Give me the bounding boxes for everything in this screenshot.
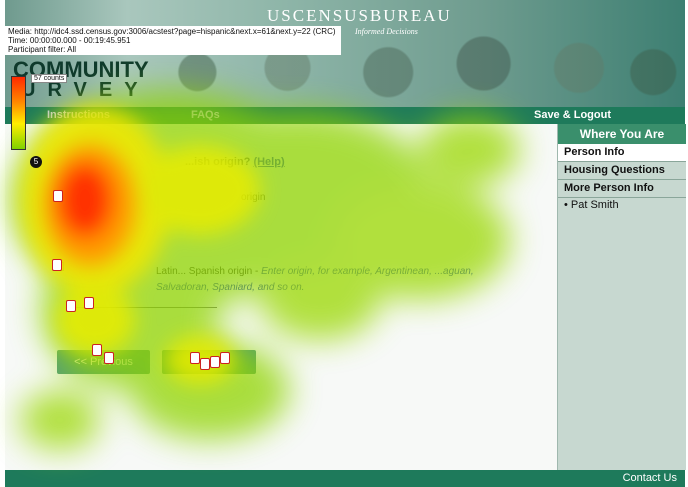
click-marker-icon — [104, 352, 114, 364]
media-info-box: Media: http://idc4.ssd.census.gov:3006/a… — [5, 26, 341, 55]
nav-instructions[interactable]: Instructions — [47, 109, 110, 121]
heatmap-index-marker: 5 — [30, 156, 42, 168]
sidebar-item-person-info[interactable]: Person Info — [558, 144, 686, 162]
where-you-are-sidebar: Where You Are Person Info Housing Questi… — [557, 124, 686, 470]
footer-bar: Contact Us — [5, 470, 685, 487]
click-marker-icon — [84, 297, 94, 309]
option-label-2: Latin... Spanish origin - Enter origin, … — [156, 264, 476, 296]
sidebar-heading: Where You Are — [558, 124, 686, 144]
logo-line-2: URVEY — [21, 79, 150, 101]
click-marker-icon — [190, 352, 200, 364]
top-nav-bar: Instructions FAQs Save & Logout — [5, 107, 685, 124]
nav-faqs[interactable]: FAQs — [191, 109, 220, 121]
help-link[interactable]: (Help) — [253, 156, 284, 168]
option-label-1: origin — [241, 192, 266, 203]
click-marker-icon — [92, 344, 102, 356]
census-tagline: Informed Decisions — [355, 27, 418, 36]
media-url: Media: http://idc4.ssd.census.gov:3006/a… — [8, 27, 336, 36]
heatmap-color-scale — [11, 76, 26, 150]
sidebar-item-housing-questions[interactable]: Housing Questions — [558, 162, 686, 180]
participant-filter: Participant filter: All — [8, 45, 77, 54]
click-marker-icon — [210, 356, 220, 368]
census-bureau-title: USCENSUSBUREAU — [267, 6, 452, 25]
question-title: ...ish origin? (Help) — [185, 156, 285, 168]
save-logout-link[interactable]: Save & Logout — [534, 109, 611, 121]
contact-us-link[interactable]: Contact Us — [623, 472, 677, 484]
click-marker-icon — [66, 300, 76, 312]
heatmap-counts-label: 57 counts — [31, 74, 68, 83]
click-marker-icon — [52, 259, 62, 271]
click-marker-icon — [200, 358, 210, 370]
sidebar-subitem-pat-smith[interactable]: • Pat Smith — [558, 198, 686, 213]
click-marker-icon — [220, 352, 230, 364]
sidebar-item-more-person-info[interactable]: More Person Info — [558, 180, 686, 198]
click-marker-icon — [53, 190, 63, 202]
media-time: Time: 00:00:00.000 - 00:19:45.951 — [8, 36, 131, 45]
question-title-text: ...ish origin? — [185, 156, 251, 168]
option-2-prefix: Latin... Spanish origin - — [156, 266, 262, 277]
